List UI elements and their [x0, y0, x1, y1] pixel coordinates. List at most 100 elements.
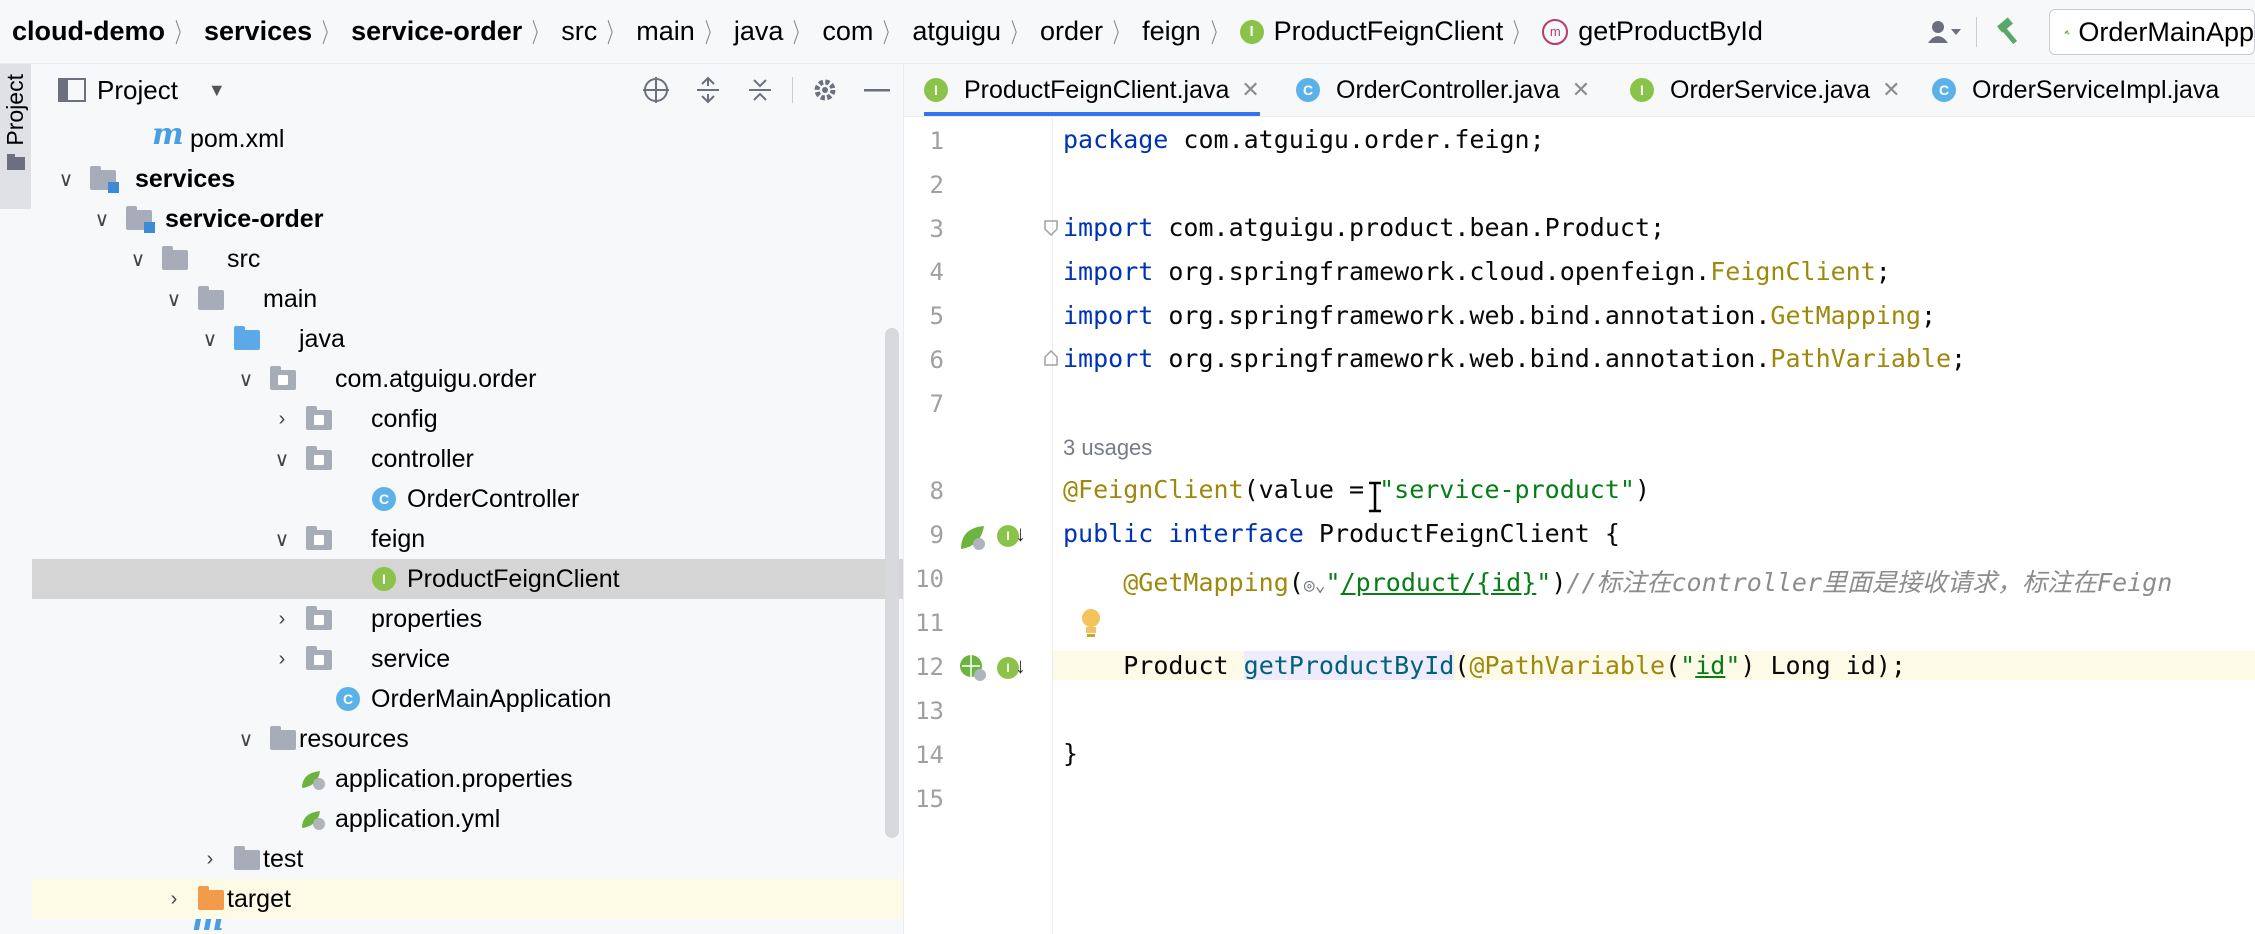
hammer-icon: [1997, 17, 2018, 45]
code-line-14: }: [1063, 739, 1079, 768]
tree-item-label: service: [371, 644, 451, 673]
chevron-down-icon[interactable]: ∨: [162, 287, 186, 312]
breadcrumb-item[interactable]: src: [561, 16, 597, 47]
chevron-down-icon[interactable]: ∨: [234, 727, 258, 752]
tab-order-service-impl[interactable]: C OrderServiceImpl.java: [1932, 64, 2219, 116]
spring-config-icon: [302, 811, 325, 830]
chevron-down-icon[interactable]: ∨: [198, 327, 222, 352]
tab-order-service[interactable]: I OrderService.java ✕: [1630, 64, 1901, 116]
chevron-down-icon[interactable]: ∨: [270, 527, 294, 552]
close-icon[interactable]: ✕: [1882, 77, 1900, 103]
tree-item-src[interactable]: ∨ src: [32, 239, 903, 279]
code-editor[interactable]: package com.atguigu.order.feign; import …: [1053, 117, 2255, 934]
navigation-bar: cloud-demo 〉 services 〉 service-order 〉 src…: [0, 0, 2255, 64]
tree-scrollbar[interactable]: [885, 328, 899, 838]
project-view-title[interactable]: Project: [97, 75, 178, 106]
toolbar-divider: [792, 77, 793, 103]
folder-icon: [6, 153, 25, 170]
tree-item-properties[interactable]: › properties: [32, 599, 903, 639]
breadcrumb-item[interactable]: atguigu: [912, 16, 1001, 47]
breadcrumb-item[interactable]: m getProductById: [1542, 16, 1763, 47]
chevron-right-icon[interactable]: ›: [162, 888, 186, 911]
breadcrumb-item[interactable]: services: [204, 16, 312, 47]
breadcrumb-item[interactable]: main: [636, 16, 695, 47]
line-number: 14: [915, 741, 944, 769]
spring-boot-icon: [2064, 30, 2070, 35]
tree-item-config[interactable]: › config: [32, 399, 903, 439]
breadcrumb-item[interactable]: order: [1040, 16, 1103, 47]
chevron-right-icon[interactable]: ›: [270, 608, 294, 631]
chevron-down-icon[interactable]: ∨: [90, 207, 114, 232]
collapse-all-button[interactable]: [734, 64, 786, 116]
tree-item-feign[interactable]: ∨ feign: [32, 519, 903, 559]
spring-web-icon[interactable]: [958, 653, 988, 683]
select-opened-file-button[interactable]: [630, 64, 682, 116]
chevron-down-icon[interactable]: ∨: [270, 447, 294, 472]
chevron-right-icon: 〉: [174, 18, 190, 48]
close-icon[interactable]: ✕: [1241, 77, 1259, 103]
breadcrumb-item[interactable]: java: [734, 16, 784, 47]
tree-item-service[interactable]: › service: [32, 639, 903, 679]
tree-item-controller[interactable]: ∨ controller: [32, 439, 903, 479]
project-tool-button[interactable]: Project: [0, 64, 31, 209]
tree-item-main[interactable]: ∨ main: [32, 279, 903, 319]
user-menu-button[interactable]: [1922, 10, 1966, 54]
tree-item-service-order[interactable]: ∨ service-order: [32, 199, 903, 239]
project-view-icon: [58, 78, 86, 102]
chevron-right-icon[interactable]: ›: [270, 648, 294, 671]
chevron-right-icon: 〉: [1112, 18, 1128, 48]
tree-item-label: config: [371, 404, 438, 433]
tree-item-label: OrderController: [407, 484, 580, 513]
breadcrumb-item[interactable]: I ProductFeignClient: [1239, 16, 1503, 47]
expand-all-button[interactable]: [682, 64, 734, 116]
chevron-down-icon[interactable]: ∨: [54, 167, 78, 192]
hide-panel-button[interactable]: [851, 64, 903, 116]
expand-all-icon: [697, 76, 719, 104]
chevron-down-icon[interactable]: ∨: [126, 247, 150, 272]
tab-product-feign-client[interactable]: I ProductFeignClient.java ✕: [924, 64, 1260, 116]
spring-bean-icon[interactable]: [958, 522, 988, 552]
chevron-right-icon[interactable]: ›: [270, 408, 294, 431]
breadcrumb-item[interactable]: feign: [1142, 16, 1201, 47]
chevron-down-icon[interactable]: ▼: [208, 80, 226, 101]
tab-order-controller[interactable]: C OrderController.java ✕: [1296, 64, 1590, 116]
tree-item-resources[interactable]: ∨ resources: [32, 719, 903, 759]
tree-item-order-controller[interactable]: C OrderController: [32, 479, 903, 519]
class-icon: C: [372, 487, 396, 511]
chevron-right-icon: 〉: [321, 18, 337, 48]
close-icon[interactable]: ✕: [1572, 77, 1590, 103]
chevron-right-icon[interactable]: ›: [198, 848, 222, 871]
arrow-down-icon: ↓: [1015, 521, 1026, 546]
line-number: 5: [929, 302, 944, 330]
tree-item-target[interactable]: › target: [32, 879, 903, 919]
breadcrumb-item[interactable]: service-order: [351, 16, 522, 47]
code-line-12: Product getProductById(@PathVariable("id…: [1053, 651, 2255, 680]
tree-item-pom-xml[interactable]: m pom.xml: [32, 117, 903, 159]
line-number: 7: [929, 390, 944, 418]
project-panel: Project ▼ m pom.xml ∨ services ∨ service…: [32, 64, 904, 934]
tree-item-java[interactable]: ∨ java: [32, 319, 903, 359]
tree-item-partial[interactable]: m: [32, 919, 903, 934]
tree-item-application-properties[interactable]: application.properties: [32, 759, 903, 799]
code-line-5: import org.springframework.web.bind.anno…: [1063, 301, 1936, 330]
tree-item-services[interactable]: ∨ services: [32, 159, 903, 199]
line-number: 15: [915, 785, 944, 813]
settings-button[interactable]: [799, 64, 851, 116]
tree-item-package-root[interactable]: ∨ com.atguigu.order: [32, 359, 903, 399]
breadcrumb-item[interactable]: com: [822, 16, 873, 47]
chevron-down-icon[interactable]: ∨: [234, 367, 258, 392]
interface-icon: I: [924, 78, 948, 102]
tree-item-product-feign-client[interactable]: I ProductFeignClient: [32, 559, 903, 599]
run-configuration-selector[interactable]: OrderMainApp: [2049, 9, 2255, 55]
tree-item-order-main-application[interactable]: C OrderMainApplication: [32, 679, 903, 719]
chevron-right-icon: 〉: [883, 18, 898, 48]
class-icon: C: [1296, 78, 1320, 102]
usages-hint[interactable]: 3 usages: [1063, 435, 1152, 461]
maven-file-icon: m: [152, 117, 184, 152]
tree-item-application-yml[interactable]: application.yml: [32, 799, 903, 839]
tree-item-test[interactable]: › test: [32, 839, 903, 879]
tree-item-label: application.yml: [335, 804, 501, 833]
build-button[interactable]: [1987, 10, 2031, 54]
code-line-1: package com.atguigu.order.feign;: [1063, 125, 1545, 154]
breadcrumb-item[interactable]: cloud-demo: [12, 16, 165, 47]
